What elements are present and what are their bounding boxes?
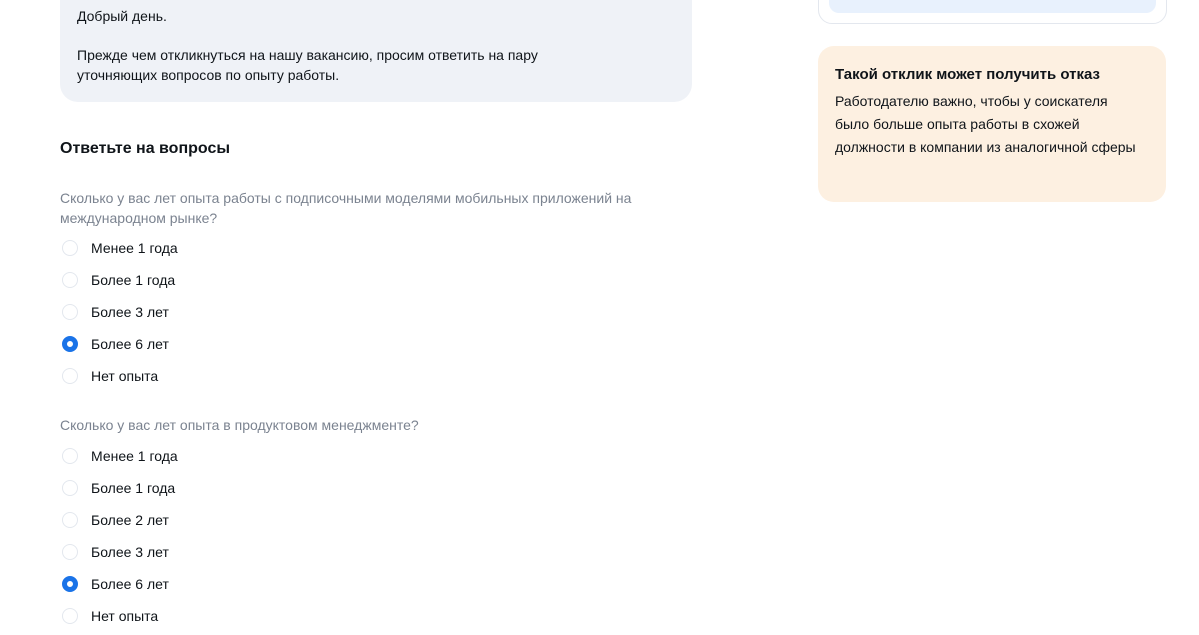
radio-option-selected[interactable]: Более 6 лет <box>60 568 700 600</box>
question-1: Сколько у вас лет опыта работы с подписо… <box>60 188 700 392</box>
radio-button[interactable] <box>62 544 78 560</box>
question-1-options: Менее 1 года Более 1 года Более 3 лет Бо… <box>60 232 700 392</box>
radio-button[interactable] <box>62 480 78 496</box>
radio-option-label: Более 1 года <box>91 272 176 288</box>
radio-button-checked[interactable] <box>62 576 78 592</box>
radio-button[interactable] <box>62 304 78 320</box>
warning-text: Работодателю важно, чтобы у соискателя б… <box>835 93 1136 155</box>
radio-option[interactable]: Более 1 года <box>60 264 700 296</box>
radio-button[interactable] <box>62 240 78 256</box>
radio-option[interactable]: Менее 1 года <box>60 232 700 264</box>
radio-option-label: Менее 1 года <box>91 448 178 464</box>
radio-button[interactable] <box>62 272 78 288</box>
radio-option-label: Менее 1 года <box>91 240 178 256</box>
radio-option-label: Более 1 года <box>91 480 176 496</box>
question-2: Сколько у вас лет опыта в продуктовом ме… <box>60 415 700 632</box>
radio-option[interactable]: Нет опыта <box>60 360 700 392</box>
radio-option-selected[interactable]: Более 6 лет <box>60 328 700 360</box>
greeting-message: Прежде чем откликнуться на нашу вакансию… <box>77 47 538 83</box>
radio-option[interactable]: Менее 1 года <box>60 440 700 472</box>
radio-button[interactable] <box>62 608 78 624</box>
radio-option[interactable]: Более 2 лет <box>60 504 700 536</box>
radio-button[interactable] <box>62 368 78 384</box>
radio-option[interactable]: Более 3 лет <box>60 536 700 568</box>
warning-title: Такой отклик может получить отказ <box>835 66 1101 83</box>
radio-option-label: Более 3 лет <box>91 544 169 560</box>
greeting-hello: Добрый день. <box>77 8 167 24</box>
radio-option-label: Нет опыта <box>91 368 159 384</box>
sidebar-card-top-inner <box>829 0 1156 13</box>
question-1-text: Сколько у вас лет опыта работы с подписо… <box>60 190 632 226</box>
radio-option-label: Более 3 лет <box>91 304 169 320</box>
radio-option-label: Нет опыта <box>91 608 159 624</box>
radio-option[interactable]: Нет опыта <box>60 600 700 632</box>
questions-section-title: Ответьте на вопросы <box>60 140 231 157</box>
question-2-options: Менее 1 года Более 1 года Более 2 лет Бо… <box>60 440 700 632</box>
radio-option-label: Более 6 лет <box>91 576 169 592</box>
question-2-text: Сколько у вас лет опыта в продуктовом ме… <box>60 417 419 433</box>
radio-option[interactable]: Более 1 года <box>60 472 700 504</box>
radio-button[interactable] <box>62 512 78 528</box>
sidebar-card-top <box>818 0 1167 24</box>
rejection-warning-card: Такой отклик может получить отказ Работо… <box>818 46 1166 202</box>
radio-option[interactable]: Более 3 лет <box>60 296 700 328</box>
radio-option-label: Более 2 лет <box>91 512 169 528</box>
radio-option-label: Более 6 лет <box>91 336 169 352</box>
radio-button[interactable] <box>62 448 78 464</box>
greeting-card: Добрый день. Прежде чем откликнуться на … <box>60 0 692 102</box>
radio-button-checked[interactable] <box>62 336 78 352</box>
